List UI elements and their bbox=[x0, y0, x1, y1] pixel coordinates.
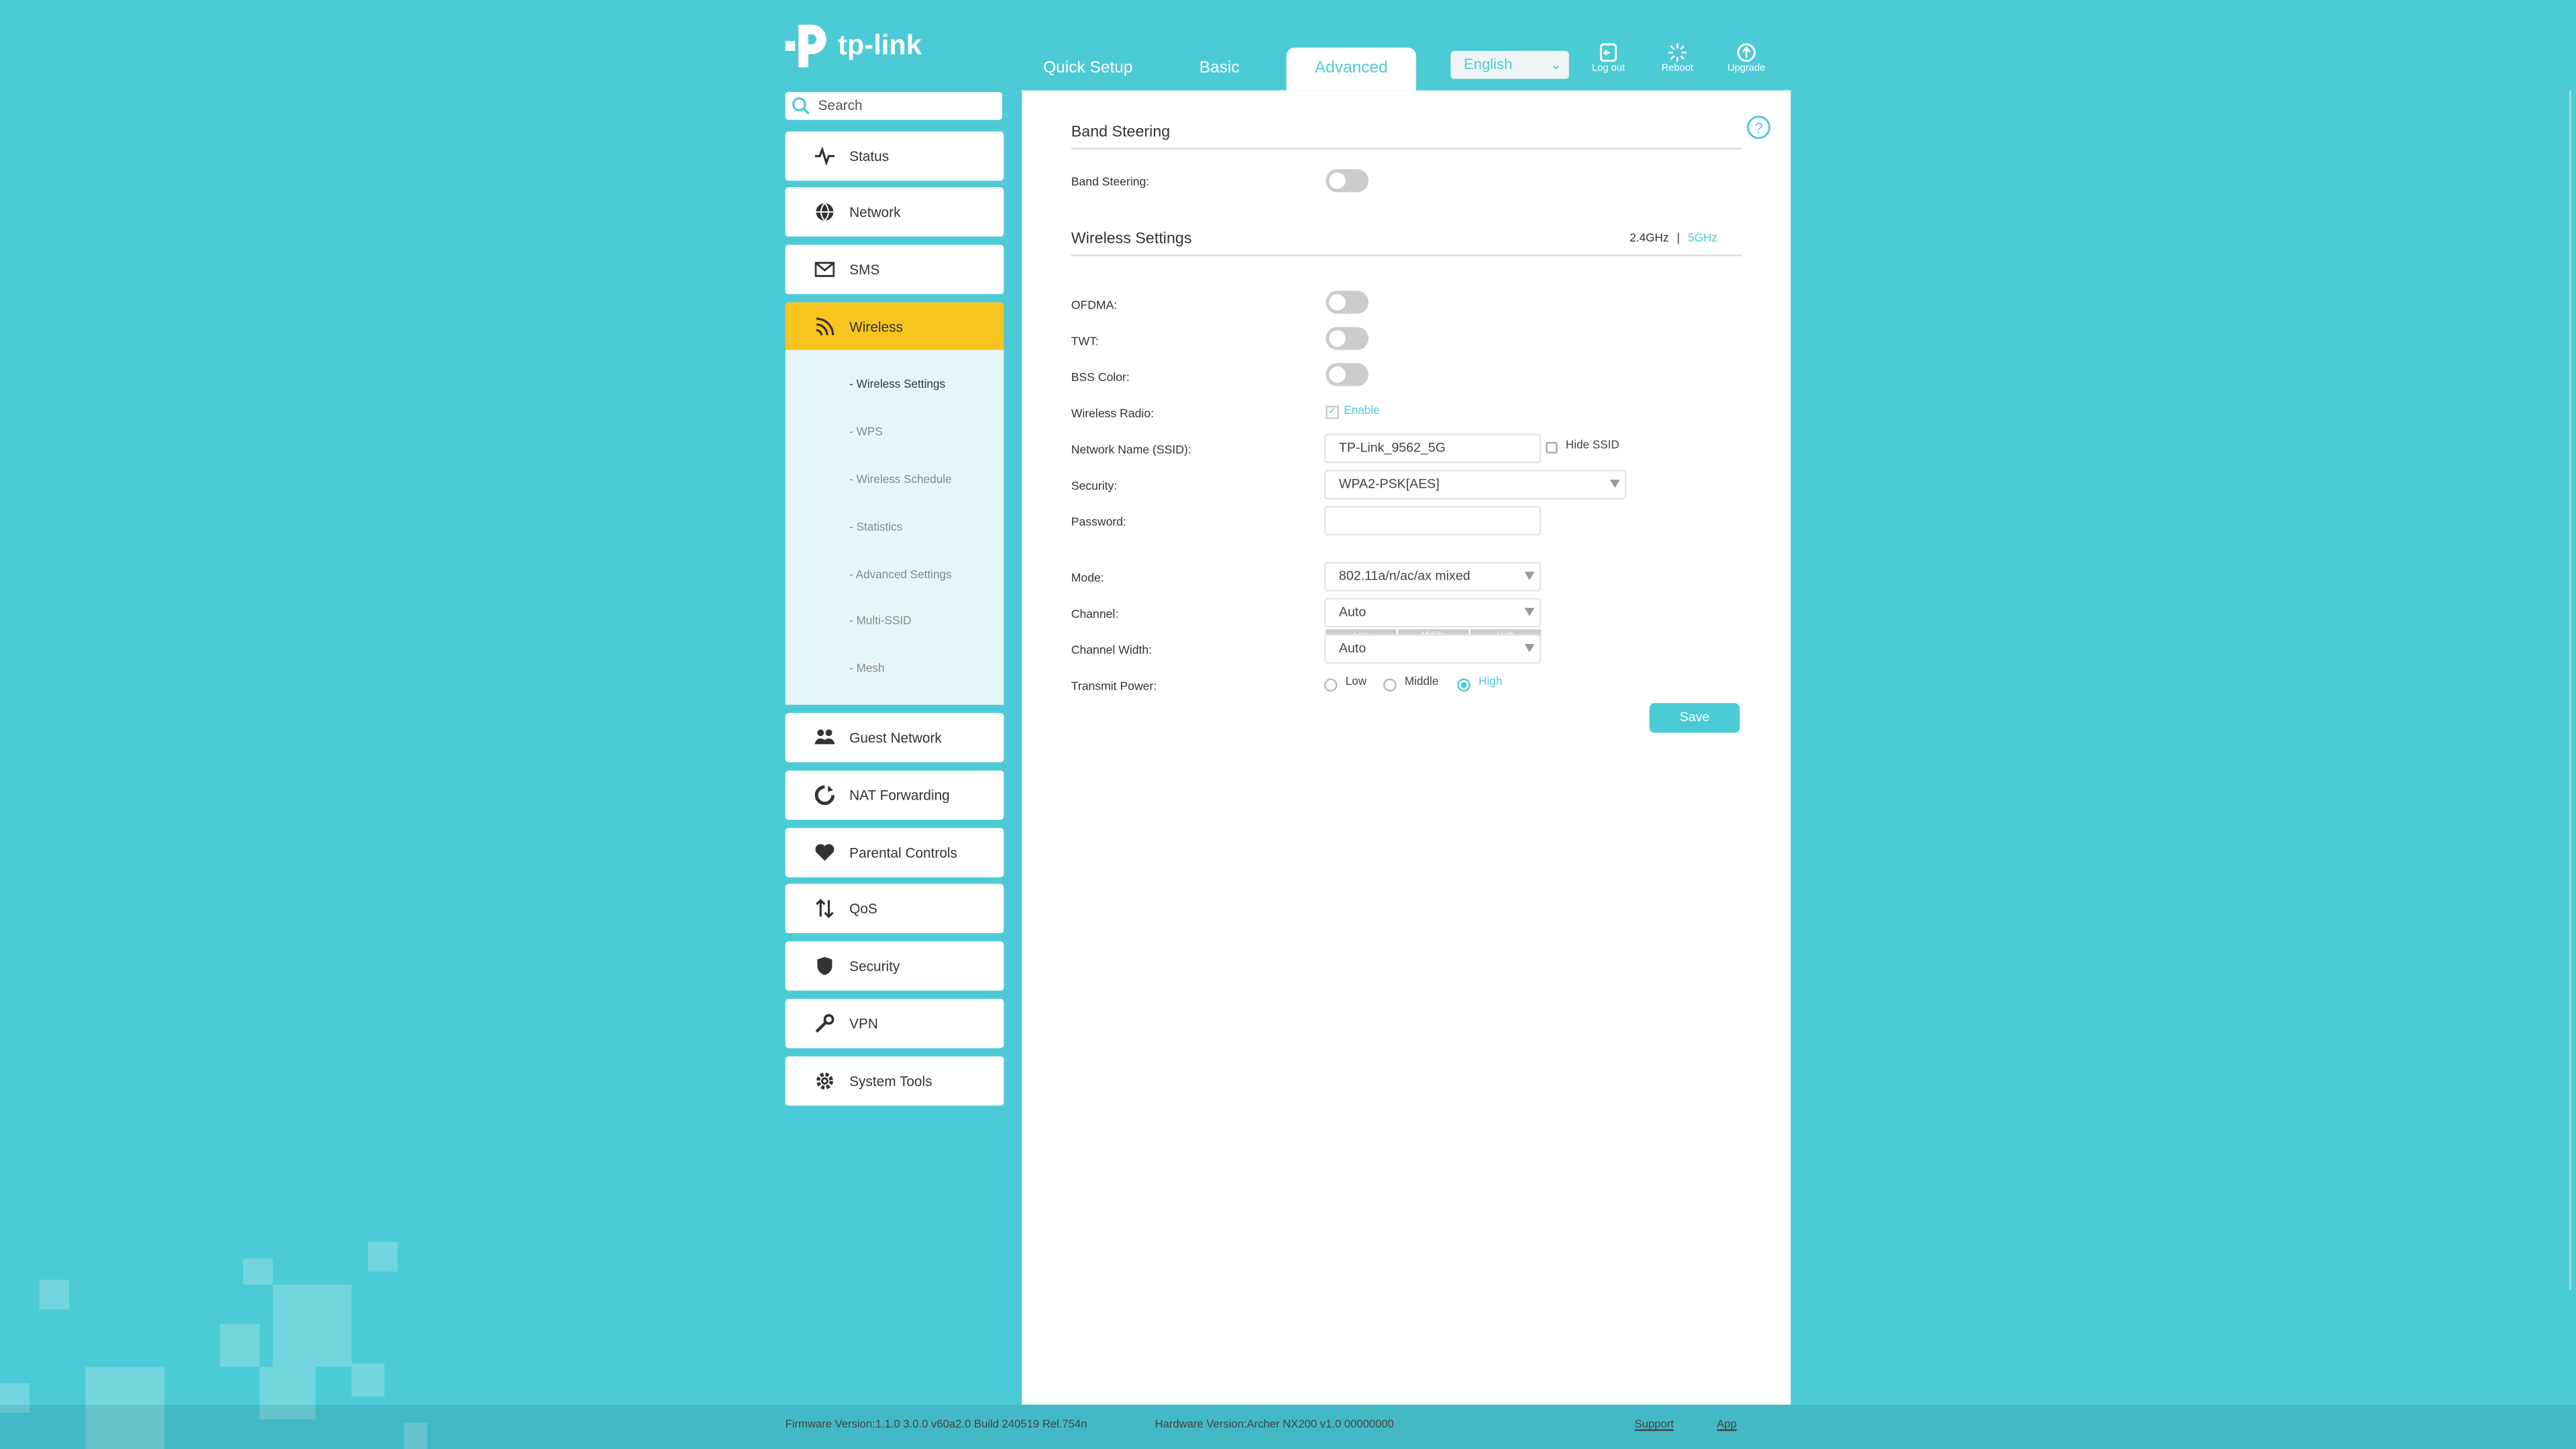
wireless-radio-checkbox[interactable]: ✓ bbox=[1326, 405, 1339, 419]
ofdma-label: OFDMA: bbox=[1071, 297, 1118, 313]
wifi-icon bbox=[816, 317, 835, 335]
bss-color-label: BSS Color: bbox=[1071, 370, 1130, 385]
band-separator: | bbox=[1676, 233, 1680, 245]
search-icon bbox=[792, 97, 810, 115]
tab-basic[interactable]: Basic bbox=[1199, 59, 1240, 77]
channel-select[interactable]: Auto bbox=[1324, 598, 1542, 628]
gear-icon bbox=[816, 1072, 833, 1089]
divider bbox=[1071, 254, 1741, 257]
save-button[interactable]: Save bbox=[1649, 703, 1740, 733]
upgrade-button[interactable]: Upgrade bbox=[1717, 43, 1776, 74]
power-high-radio[interactable] bbox=[1457, 678, 1470, 692]
chevron-down-icon: ⌄ bbox=[1550, 56, 1562, 72]
upgrade-icon bbox=[1737, 43, 1756, 62]
app-link[interactable]: App bbox=[1717, 1419, 1737, 1431]
hide-ssid-label: Hide SSID bbox=[1565, 440, 1619, 452]
wireless-radio-label: Wireless Radio: bbox=[1071, 405, 1155, 421]
pulse-icon bbox=[814, 146, 835, 166]
bss-color-toggle[interactable] bbox=[1326, 363, 1369, 386]
content-panel: Band Steering ? Band Steering: Wireless … bbox=[1022, 90, 1791, 1405]
submenu-advanced-settings[interactable]: - Advanced Settings bbox=[849, 570, 951, 582]
guests-icon bbox=[814, 729, 835, 745]
submenu-wps[interactable]: - WPS bbox=[849, 427, 883, 439]
twt-toggle[interactable] bbox=[1326, 327, 1369, 350]
sidebar-item-sms[interactable]: SMS bbox=[785, 244, 1004, 294]
submenu-wireless-settings[interactable]: - Wireless Settings bbox=[849, 380, 945, 391]
logout-icon bbox=[1600, 43, 1617, 62]
nat-icon bbox=[814, 785, 835, 805]
wireless-radio-enable-label: Enable bbox=[1344, 405, 1380, 418]
power-middle-label: Middle bbox=[1404, 676, 1439, 689]
power-middle-radio[interactable] bbox=[1383, 678, 1397, 692]
password-input[interactable] bbox=[1324, 506, 1542, 536]
language-select[interactable]: English ⌄ bbox=[1450, 50, 1569, 79]
sidebar-item-wireless[interactable]: Wireless bbox=[785, 302, 1004, 352]
band-5ghz-link[interactable]: 5GHz bbox=[1688, 233, 1717, 245]
wireless-submenu: - Wireless Settings - WPS - Wireless Sch… bbox=[785, 350, 1004, 705]
sidebar-item-parental-controls[interactable]: Parental Controls bbox=[785, 828, 1004, 877]
power-low-radio[interactable] bbox=[1324, 678, 1338, 692]
submenu-multi-ssid[interactable]: - Multi-SSID bbox=[849, 616, 911, 627]
sidebar-item-vpn[interactable]: VPN bbox=[785, 998, 1004, 1049]
sidebar-item-qos[interactable]: QoS bbox=[785, 883, 1004, 934]
tp-link-logo: tp-link bbox=[785, 21, 922, 70]
support-link[interactable]: Support bbox=[1635, 1419, 1674, 1431]
twt-label: TWT: bbox=[1071, 333, 1099, 349]
mode-label: Mode: bbox=[1071, 570, 1104, 585]
security-label: Security: bbox=[1071, 478, 1118, 493]
password-label: Password: bbox=[1071, 514, 1126, 529]
svg-text:?: ? bbox=[1755, 119, 1763, 136]
reboot-icon bbox=[1668, 43, 1686, 62]
submenu-statistics[interactable]: - Statistics bbox=[849, 523, 902, 534]
dropdown-arrow-icon bbox=[1524, 572, 1535, 580]
ssid-input[interactable]: TP-Link_9562_5G bbox=[1324, 433, 1542, 464]
reboot-button[interactable]: Reboot bbox=[1648, 43, 1707, 74]
envelope-icon bbox=[814, 262, 835, 277]
sidebar-item-status[interactable]: Status bbox=[785, 131, 1004, 181]
dropdown-arrow-icon bbox=[1610, 480, 1620, 488]
sidebar-item-nat-forwarding[interactable]: NAT Forwarding bbox=[785, 770, 1004, 820]
tab-quick-setup[interactable]: Quick Setup bbox=[1043, 59, 1132, 77]
scrollbar[interactable] bbox=[2569, 90, 2571, 1290]
security-select[interactable]: WPA2-PSK[AES] bbox=[1324, 470, 1627, 500]
logout-button[interactable]: Log out bbox=[1578, 43, 1638, 74]
sidebar-item-guest-network[interactable]: Guest Network bbox=[785, 712, 1004, 763]
search-input[interactable]: Search bbox=[785, 92, 1002, 120]
band-steering-title: Band Steering bbox=[1071, 123, 1171, 142]
submenu-mesh[interactable]: - Mesh bbox=[849, 663, 884, 675]
channel-label: Channel: bbox=[1071, 606, 1119, 621]
channel-width-select[interactable]: Auto bbox=[1324, 634, 1542, 664]
dropdown-arrow-icon bbox=[1524, 644, 1535, 653]
sidebar-item-system-tools[interactable]: System Tools bbox=[785, 1056, 1004, 1106]
key-icon bbox=[815, 1014, 835, 1033]
band-24ghz-link[interactable]: 2.4GHz bbox=[1629, 233, 1668, 245]
divider bbox=[1071, 148, 1741, 150]
transmit-power-label: Transmit Power: bbox=[1071, 678, 1157, 694]
heart-icon bbox=[815, 844, 835, 861]
shield-icon bbox=[817, 957, 833, 975]
sidebar-item-security[interactable]: Security bbox=[785, 941, 1004, 991]
submenu-wireless-schedule[interactable]: - Wireless Schedule bbox=[849, 475, 951, 486]
power-high-label: High bbox=[1479, 676, 1503, 689]
dropdown-arrow-icon bbox=[1524, 608, 1535, 616]
router-admin-page: tp-link Quick Setup Basic Advanced Engli… bbox=[0, 0, 2576, 1449]
hide-ssid-checkbox[interactable] bbox=[1546, 441, 1558, 453]
band-steering-toggle[interactable] bbox=[1326, 169, 1369, 193]
band-steering-label: Band Steering: bbox=[1071, 174, 1150, 189]
help-icon[interactable]: ? bbox=[1746, 115, 1771, 140]
band-switch: 2.4GHz | 5GHz bbox=[1629, 233, 1717, 245]
sidebar-item-network[interactable]: Network bbox=[785, 187, 1004, 237]
wireless-settings-title: Wireless Settings bbox=[1071, 229, 1192, 248]
globe-icon bbox=[816, 203, 834, 221]
ssid-label: Network Name (SSID): bbox=[1071, 441, 1191, 457]
hardware-version: Hardware Version:Archer NX200 v1.0 00000… bbox=[1155, 1419, 1394, 1432]
mode-select[interactable]: 802.11a/n/ac/ax mixed bbox=[1324, 561, 1542, 592]
firmware-version: Firmware Version:1.1.0 3.0.0 v60a2.0 Bui… bbox=[785, 1419, 1087, 1432]
tp-link-logo-mark bbox=[785, 24, 826, 68]
power-low-label: Low bbox=[1345, 676, 1367, 689]
tab-advanced[interactable]: Advanced bbox=[1286, 48, 1417, 91]
channel-width-label: Channel Width: bbox=[1071, 642, 1152, 657]
ofdma-toggle[interactable] bbox=[1326, 290, 1369, 314]
updown-arrows-icon bbox=[816, 898, 834, 918]
